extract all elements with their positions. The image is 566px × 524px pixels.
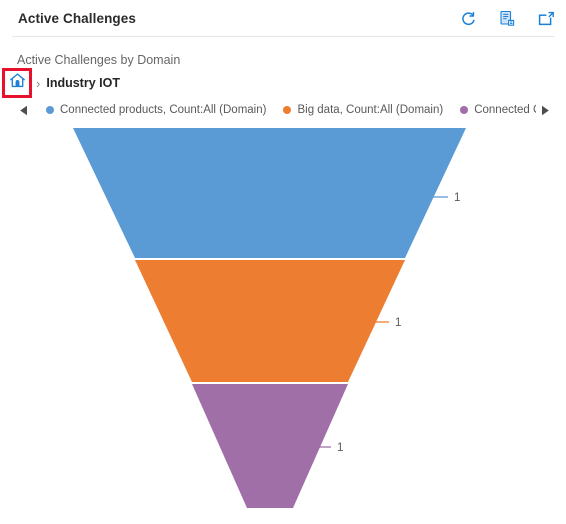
legend-item[interactable]: Connected products, Count:All (Domain) xyxy=(46,104,266,116)
legend-scroll-left-icon[interactable] xyxy=(14,100,34,120)
legend-item-label: Connected Opera xyxy=(474,104,536,116)
breadcrumb-current-item[interactable]: Industry IOT xyxy=(46,76,120,90)
breadcrumb-separator-icon: › xyxy=(36,75,41,91)
legend-item[interactable]: Connected Opera xyxy=(460,104,536,116)
funnel-segment[interactable] xyxy=(192,384,348,508)
funnel-segment[interactable] xyxy=(135,260,405,382)
breadcrumb: › Industry IOT xyxy=(4,70,120,96)
legend-scroll-right-icon[interactable] xyxy=(535,100,555,120)
header-divider xyxy=(12,36,554,37)
funnel-segment[interactable] xyxy=(73,128,466,258)
legend-item-label: Connected products, Count:All (Domain) xyxy=(60,104,267,116)
home-icon xyxy=(9,72,26,94)
funnel-chart: 1 1 1 xyxy=(0,120,566,524)
legend-item-label: Big data, Count:All (Domain) xyxy=(297,104,444,116)
legend-color-swatch xyxy=(460,106,469,114)
active-challenges-widget: Active Challenges Active Challenges by D… xyxy=(0,0,566,524)
header-actions xyxy=(458,0,556,37)
refresh-icon[interactable] xyxy=(458,9,478,29)
legend-color-swatch xyxy=(283,106,292,114)
export-icon[interactable] xyxy=(497,9,517,29)
popout-icon[interactable] xyxy=(536,9,556,29)
legend-item[interactable]: Big data, Count:All (Domain) xyxy=(283,104,443,116)
funnel-value-text: 1 xyxy=(337,442,343,454)
funnel-value-text: 1 xyxy=(395,317,401,329)
breadcrumb-home-button[interactable] xyxy=(4,70,30,96)
funnel-value-label: 1 xyxy=(432,192,460,204)
widget-header: Active Challenges xyxy=(0,0,566,37)
page-title: Active Challenges xyxy=(18,11,136,26)
chart-legend: Connected products, Count:All (Domain) B… xyxy=(0,100,566,120)
chart-title: Active Challenges by Domain xyxy=(17,53,181,67)
legend-items: Connected products, Count:All (Domain) B… xyxy=(46,104,536,116)
legend-color-swatch xyxy=(46,106,54,114)
funnel-value-text: 1 xyxy=(454,192,460,204)
